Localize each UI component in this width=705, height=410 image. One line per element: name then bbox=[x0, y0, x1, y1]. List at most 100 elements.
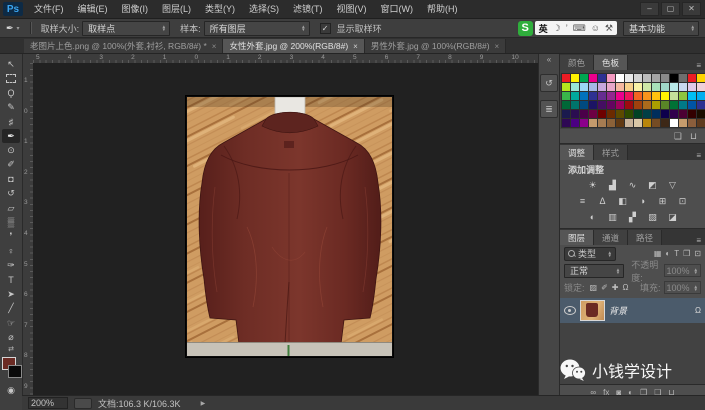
color-swatch[interactable] bbox=[670, 83, 678, 91]
vibrance-icon[interactable]: ▽ bbox=[664, 178, 681, 192]
spot-healing-brush-tool[interactable]: ⊙ bbox=[2, 143, 20, 157]
color-swatch[interactable] bbox=[679, 101, 687, 109]
color-swatch[interactable] bbox=[688, 92, 696, 100]
color-swatch[interactable] bbox=[643, 74, 651, 82]
color-swatch[interactable] bbox=[589, 101, 597, 109]
color-swatch[interactable] bbox=[625, 110, 633, 118]
hue-saturation-icon[interactable]: ≡ bbox=[574, 194, 591, 208]
color-swatch[interactable] bbox=[652, 101, 660, 109]
ime-mode-button[interactable]: 英 bbox=[539, 22, 548, 35]
maximize-button[interactable]: ▢ bbox=[661, 2, 680, 16]
panel-tab[interactable]: 调整 bbox=[560, 145, 594, 160]
color-swatch[interactable] bbox=[589, 83, 597, 91]
menu-item[interactable]: 编辑(E) bbox=[71, 0, 115, 18]
color-lookup-icon[interactable]: ⊡ bbox=[674, 194, 691, 208]
eyedropper-tool[interactable]: ✒ bbox=[2, 129, 20, 143]
color-swatch[interactable] bbox=[634, 101, 642, 109]
brightness-contrast-icon[interactable]: ☀ bbox=[584, 178, 601, 192]
color-swatch[interactable] bbox=[562, 83, 570, 91]
panel-menu-icon[interactable]: ≡ bbox=[696, 151, 705, 160]
color-swatch[interactable] bbox=[607, 74, 615, 82]
color-swatch[interactable] bbox=[562, 110, 570, 118]
history-brush-tool[interactable]: ↺ bbox=[2, 187, 20, 201]
document-tab[interactable]: 老图片上色.png @ 100%(外套,衬衫, RGB/8#) * × bbox=[24, 39, 223, 53]
color-swatch[interactable] bbox=[697, 83, 705, 91]
ime-keyboard-icon[interactable]: ⌨ bbox=[573, 23, 586, 34]
quick-mask-button[interactable]: ◉ bbox=[2, 383, 20, 397]
color-swatch[interactable] bbox=[643, 101, 651, 109]
sogou-logo-icon[interactable]: S bbox=[518, 21, 533, 36]
color-swatch[interactable] bbox=[625, 92, 633, 100]
color-swatch[interactable] bbox=[589, 92, 597, 100]
color-swatch[interactable] bbox=[598, 101, 606, 109]
color-swatch[interactable] bbox=[688, 110, 696, 118]
menu-item[interactable]: 类型(Y) bbox=[198, 0, 242, 18]
crop-tool[interactable]: ♯ bbox=[2, 115, 20, 129]
background-color-swatch[interactable] bbox=[8, 365, 22, 378]
menu-item[interactable]: 视图(V) bbox=[330, 0, 374, 18]
menu-item[interactable]: 滤镜(T) bbox=[286, 0, 330, 18]
color-swatch[interactable] bbox=[598, 110, 606, 118]
color-swatch[interactable] bbox=[616, 110, 624, 118]
color-swatch[interactable] bbox=[616, 101, 624, 109]
menu-item[interactable]: 图层(L) bbox=[155, 0, 198, 18]
layer-filter-dropdown[interactable]: 类型 ▲▼ bbox=[564, 247, 616, 261]
color-swatch[interactable] bbox=[688, 101, 696, 109]
color-swatch[interactable] bbox=[679, 110, 687, 118]
color-swatch[interactable] bbox=[571, 74, 579, 82]
quick-selection-tool[interactable]: ✎ bbox=[2, 100, 20, 114]
color-swatch[interactable] bbox=[616, 92, 624, 100]
eraser-tool[interactable]: ▱ bbox=[2, 201, 20, 215]
color-swatch[interactable] bbox=[607, 110, 615, 118]
color-swatch[interactable] bbox=[697, 101, 705, 109]
current-tool-chip[interactable]: ✒ ▾ bbox=[6, 23, 20, 34]
color-swatch[interactable] bbox=[661, 101, 669, 109]
color-swatch[interactable] bbox=[670, 119, 678, 127]
color-swatch[interactable] bbox=[697, 92, 705, 100]
color-swatch[interactable] bbox=[688, 83, 696, 91]
color-swatch[interactable] bbox=[643, 83, 651, 91]
document-tab[interactable]: 男性外套.jpg @ 100%(RGB/8#) × bbox=[365, 39, 506, 53]
color-swatch[interactable] bbox=[634, 83, 642, 91]
color-swatch[interactable] bbox=[670, 74, 678, 82]
hand-tool[interactable]: ☞ bbox=[2, 316, 20, 330]
menu-item[interactable]: 文件(F) bbox=[27, 0, 71, 18]
color-swatch[interactable] bbox=[679, 92, 687, 100]
posterize-icon[interactable]: ▥ bbox=[604, 210, 621, 224]
opacity-input[interactable]: 100% ▲▼ bbox=[664, 264, 702, 277]
document-tab[interactable]: 女性外套.jpg @ 200%(RGB/8#) × bbox=[223, 39, 364, 53]
lock-image-pixels-icon[interactable]: ✐ bbox=[601, 283, 608, 292]
filter-shape-layers-icon[interactable]: ❒ bbox=[683, 249, 690, 258]
history-panel-icon[interactable]: ↺ bbox=[540, 74, 558, 92]
brush-tool[interactable]: ✐ bbox=[2, 158, 20, 172]
delete-swatch-icon[interactable]: ⊔ bbox=[690, 131, 697, 142]
close-tab-icon[interactable]: × bbox=[353, 42, 358, 51]
color-swatch[interactable] bbox=[580, 83, 588, 91]
menu-item[interactable]: 选择(S) bbox=[242, 0, 286, 18]
zoom-tool[interactable]: ⌀ bbox=[2, 330, 20, 344]
color-swatch[interactable] bbox=[571, 92, 579, 100]
blend-mode-dropdown[interactable]: 正常 ▲▼ bbox=[564, 264, 624, 278]
color-swatch[interactable] bbox=[616, 119, 624, 127]
color-swatch[interactable] bbox=[634, 119, 642, 127]
color-swatch[interactable] bbox=[571, 83, 579, 91]
color-swatch[interactable] bbox=[580, 92, 588, 100]
color-swatch[interactable] bbox=[652, 83, 660, 91]
status-options-arrow-icon[interactable]: ▶ bbox=[201, 400, 206, 407]
close-tab-icon[interactable]: × bbox=[495, 42, 500, 51]
lock-all-icon[interactable]: Ω bbox=[622, 283, 628, 292]
channel-mixer-icon[interactable]: ⊞ bbox=[654, 194, 671, 208]
color-swatch[interactable] bbox=[598, 92, 606, 100]
color-swatch[interactable] bbox=[661, 119, 669, 127]
color-swatch[interactable] bbox=[571, 101, 579, 109]
color-swatch[interactable] bbox=[571, 119, 579, 127]
color-swatch[interactable] bbox=[643, 119, 651, 127]
panel-tab[interactable]: 图层 bbox=[560, 230, 594, 245]
color-swatch[interactable] bbox=[598, 83, 606, 91]
color-balance-icon[interactable]: Δ bbox=[594, 194, 611, 208]
move-tool[interactable]: ↖ bbox=[2, 57, 20, 71]
color-swatch[interactable] bbox=[643, 110, 651, 118]
color-swatch[interactable] bbox=[670, 110, 678, 118]
color-swatch[interactable] bbox=[562, 119, 570, 127]
color-swatch[interactable] bbox=[580, 119, 588, 127]
